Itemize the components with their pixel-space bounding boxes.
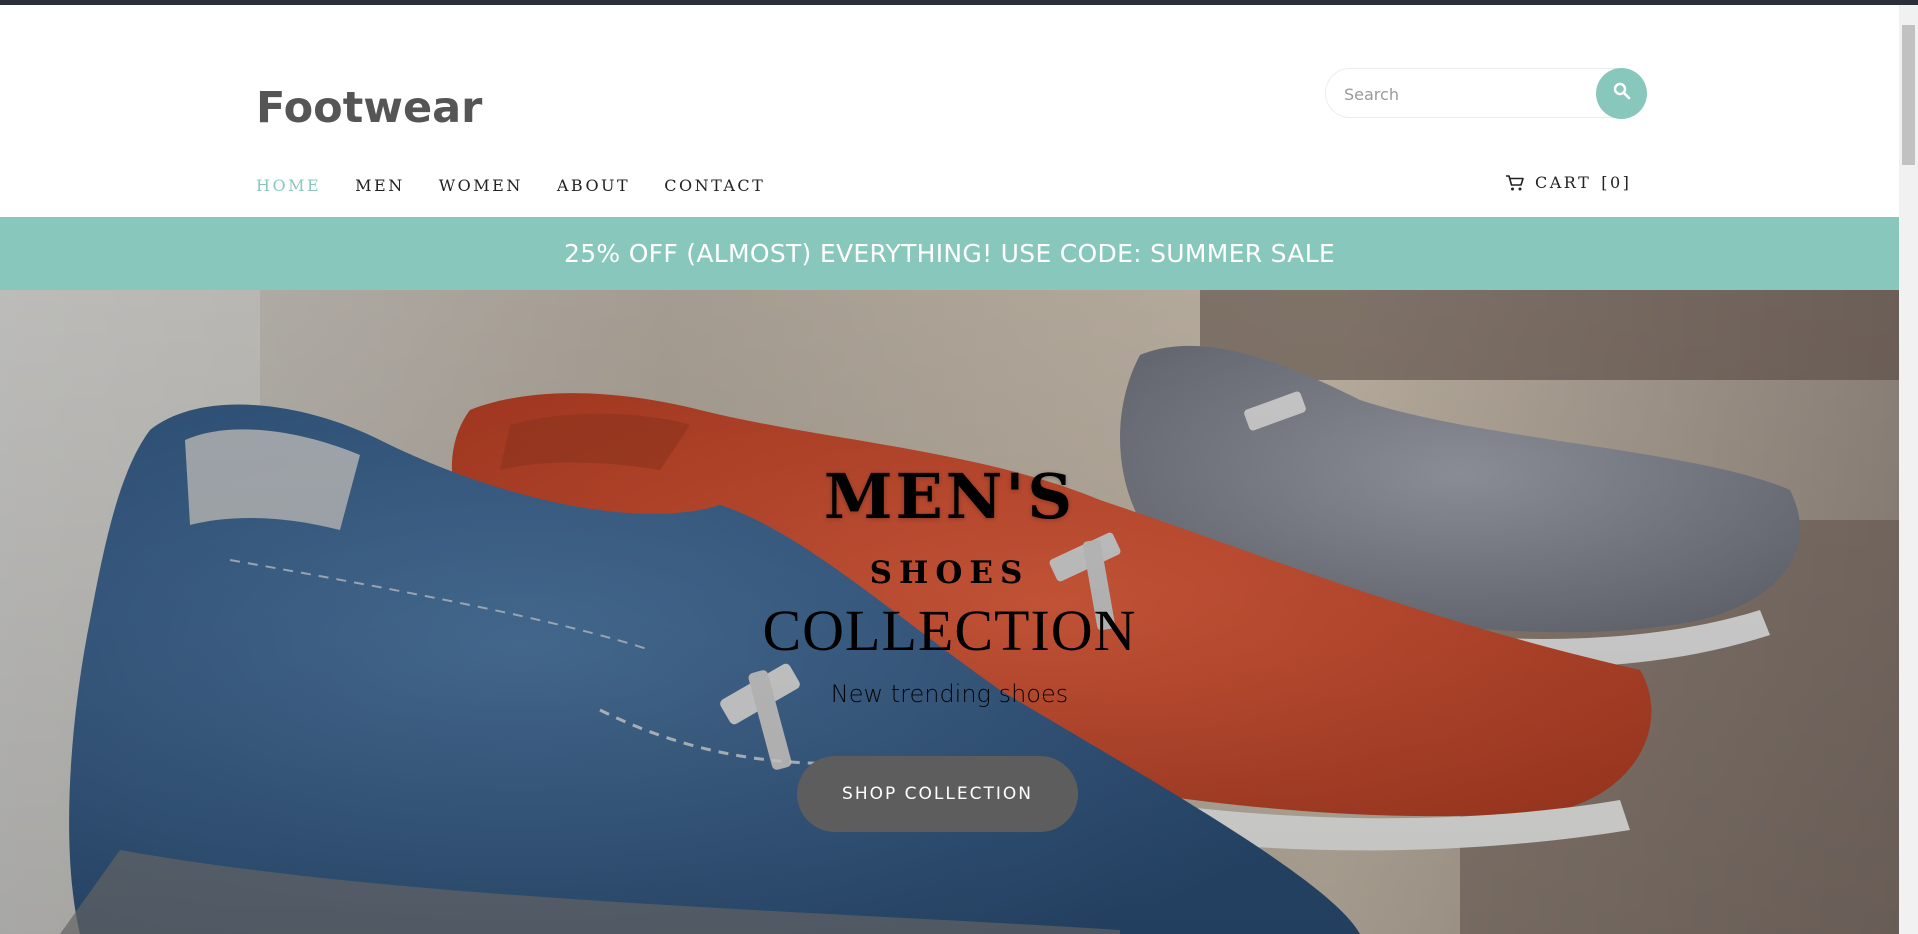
- scrollbar[interactable]: [1899, 5, 1918, 934]
- scrollbar-thumb[interactable]: [1902, 25, 1915, 165]
- nav-home[interactable]: HOME: [256, 176, 321, 195]
- page: Footwear HOME MEN WOMEN ABOUT CONTACT: [0, 5, 1899, 934]
- search-box: [1325, 68, 1647, 119]
- nav-contact[interactable]: CONTACT: [664, 176, 765, 195]
- hero-subtitle: SHOES: [869, 555, 1030, 591]
- cart-label: CART: [1535, 173, 1592, 192]
- cart-link[interactable]: CART [0]: [1505, 173, 1631, 192]
- site-logo[interactable]: Footwear: [256, 83, 482, 133]
- main-nav: HOME MEN WOMEN ABOUT CONTACT: [256, 176, 799, 195]
- hero-title: MEN'S: [823, 460, 1076, 533]
- search-button[interactable]: [1596, 68, 1647, 119]
- cart-count: [0]: [1601, 173, 1632, 192]
- nav-about[interactable]: ABOUT: [557, 176, 630, 195]
- promo-text: 25% OFF (ALMOST) EVERYTHING! USE CODE: S…: [563, 239, 1336, 268]
- hero-banner: MEN'S SHOES COLLECTION New trending shoe…: [0, 290, 1899, 934]
- nav-women[interactable]: WOMEN: [439, 176, 523, 195]
- search-input[interactable]: [1342, 69, 1576, 119]
- promo-banner: 25% OFF (ALMOST) EVERYTHING! USE CODE: S…: [0, 217, 1899, 290]
- hero-collection: COLLECTION: [762, 598, 1137, 663]
- hero-tagline: New trending shoes: [830, 680, 1069, 708]
- cart-icon: [1505, 174, 1525, 192]
- search-icon: [1613, 82, 1631, 105]
- nav-men[interactable]: MEN: [355, 176, 405, 195]
- shop-collection-button[interactable]: SHOP COLLECTION: [797, 756, 1078, 832]
